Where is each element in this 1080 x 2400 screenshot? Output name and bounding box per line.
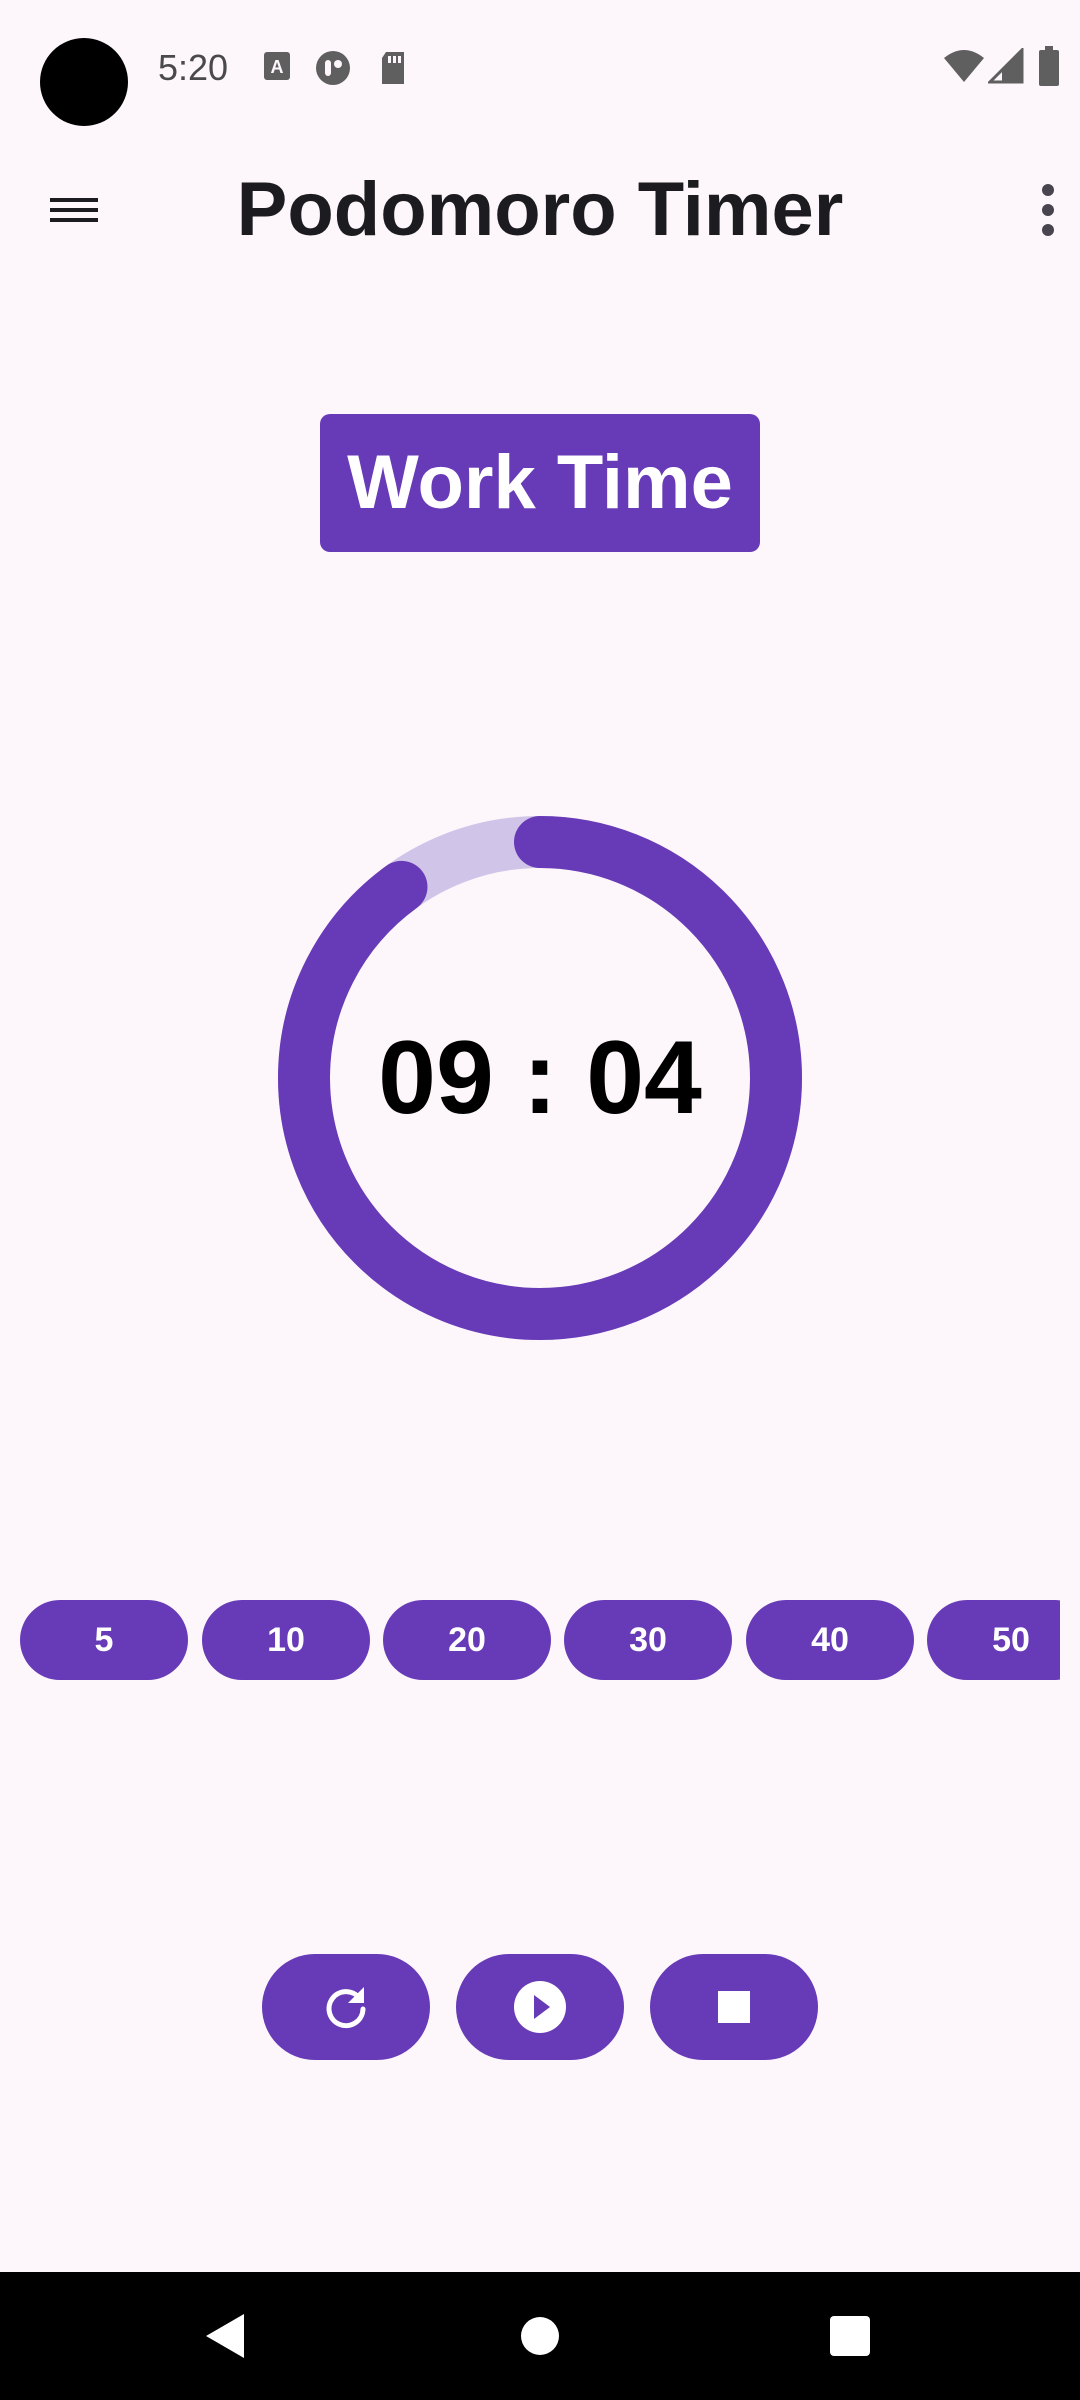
wifi-icon [942,48,986,89]
nav-recents-button[interactable] [816,2302,884,2370]
preset-chip[interactable]: 50 [927,1600,1060,1680]
recents-square-icon [830,2316,870,2356]
refresh-icon [326,1987,366,2029]
stop-icon [718,1991,750,2023]
system-navigation-bar [0,2272,1080,2400]
back-triangle-icon [206,2314,244,2358]
preset-chip[interactable]: 20 [383,1600,551,1680]
menu-button[interactable] [40,178,108,242]
nav-home-button[interactable] [506,2302,574,2370]
preset-chip[interactable]: 10 [202,1600,370,1680]
camera-cutout [40,38,128,126]
status-bar: 5:20 A [0,0,1080,136]
app-notification-icon [314,50,352,91]
play-button[interactable] [456,1954,624,2060]
hamburger-menu-icon [50,198,98,222]
cellular-signal-icon [986,46,1024,89]
mode-label: Work Time [320,414,760,552]
timer-progress-ring: 09 : 04 [270,808,810,1348]
svg-text:A: A [271,57,284,77]
home-circle-icon [521,2317,559,2355]
preset-chip[interactable]: 30 [564,1600,732,1680]
play-circle-icon [514,1981,566,2033]
app-title: Podomoro Timer [236,167,844,252]
overflow-menu-button[interactable] [1020,176,1080,244]
top-app-bar: Podomoro Timer [0,140,1080,280]
timer-display: 09 : 04 [378,1020,702,1136]
sd-card-icon [378,50,408,91]
reset-button[interactable] [262,1954,430,2060]
status-time: 5:20 [158,47,229,88]
nav-back-button[interactable] [192,2302,260,2370]
battery-icon [1038,46,1060,91]
keyboard-a-icon: A [262,50,292,89]
preset-chip[interactable]: 5 [20,1600,188,1680]
stop-button[interactable] [650,1954,818,2060]
more-vert-icon [1042,184,1054,236]
preset-chip[interactable]: 40 [746,1600,914,1680]
preset-duration-list: 5 10 20 30 40 50 [0,1600,1060,1682]
